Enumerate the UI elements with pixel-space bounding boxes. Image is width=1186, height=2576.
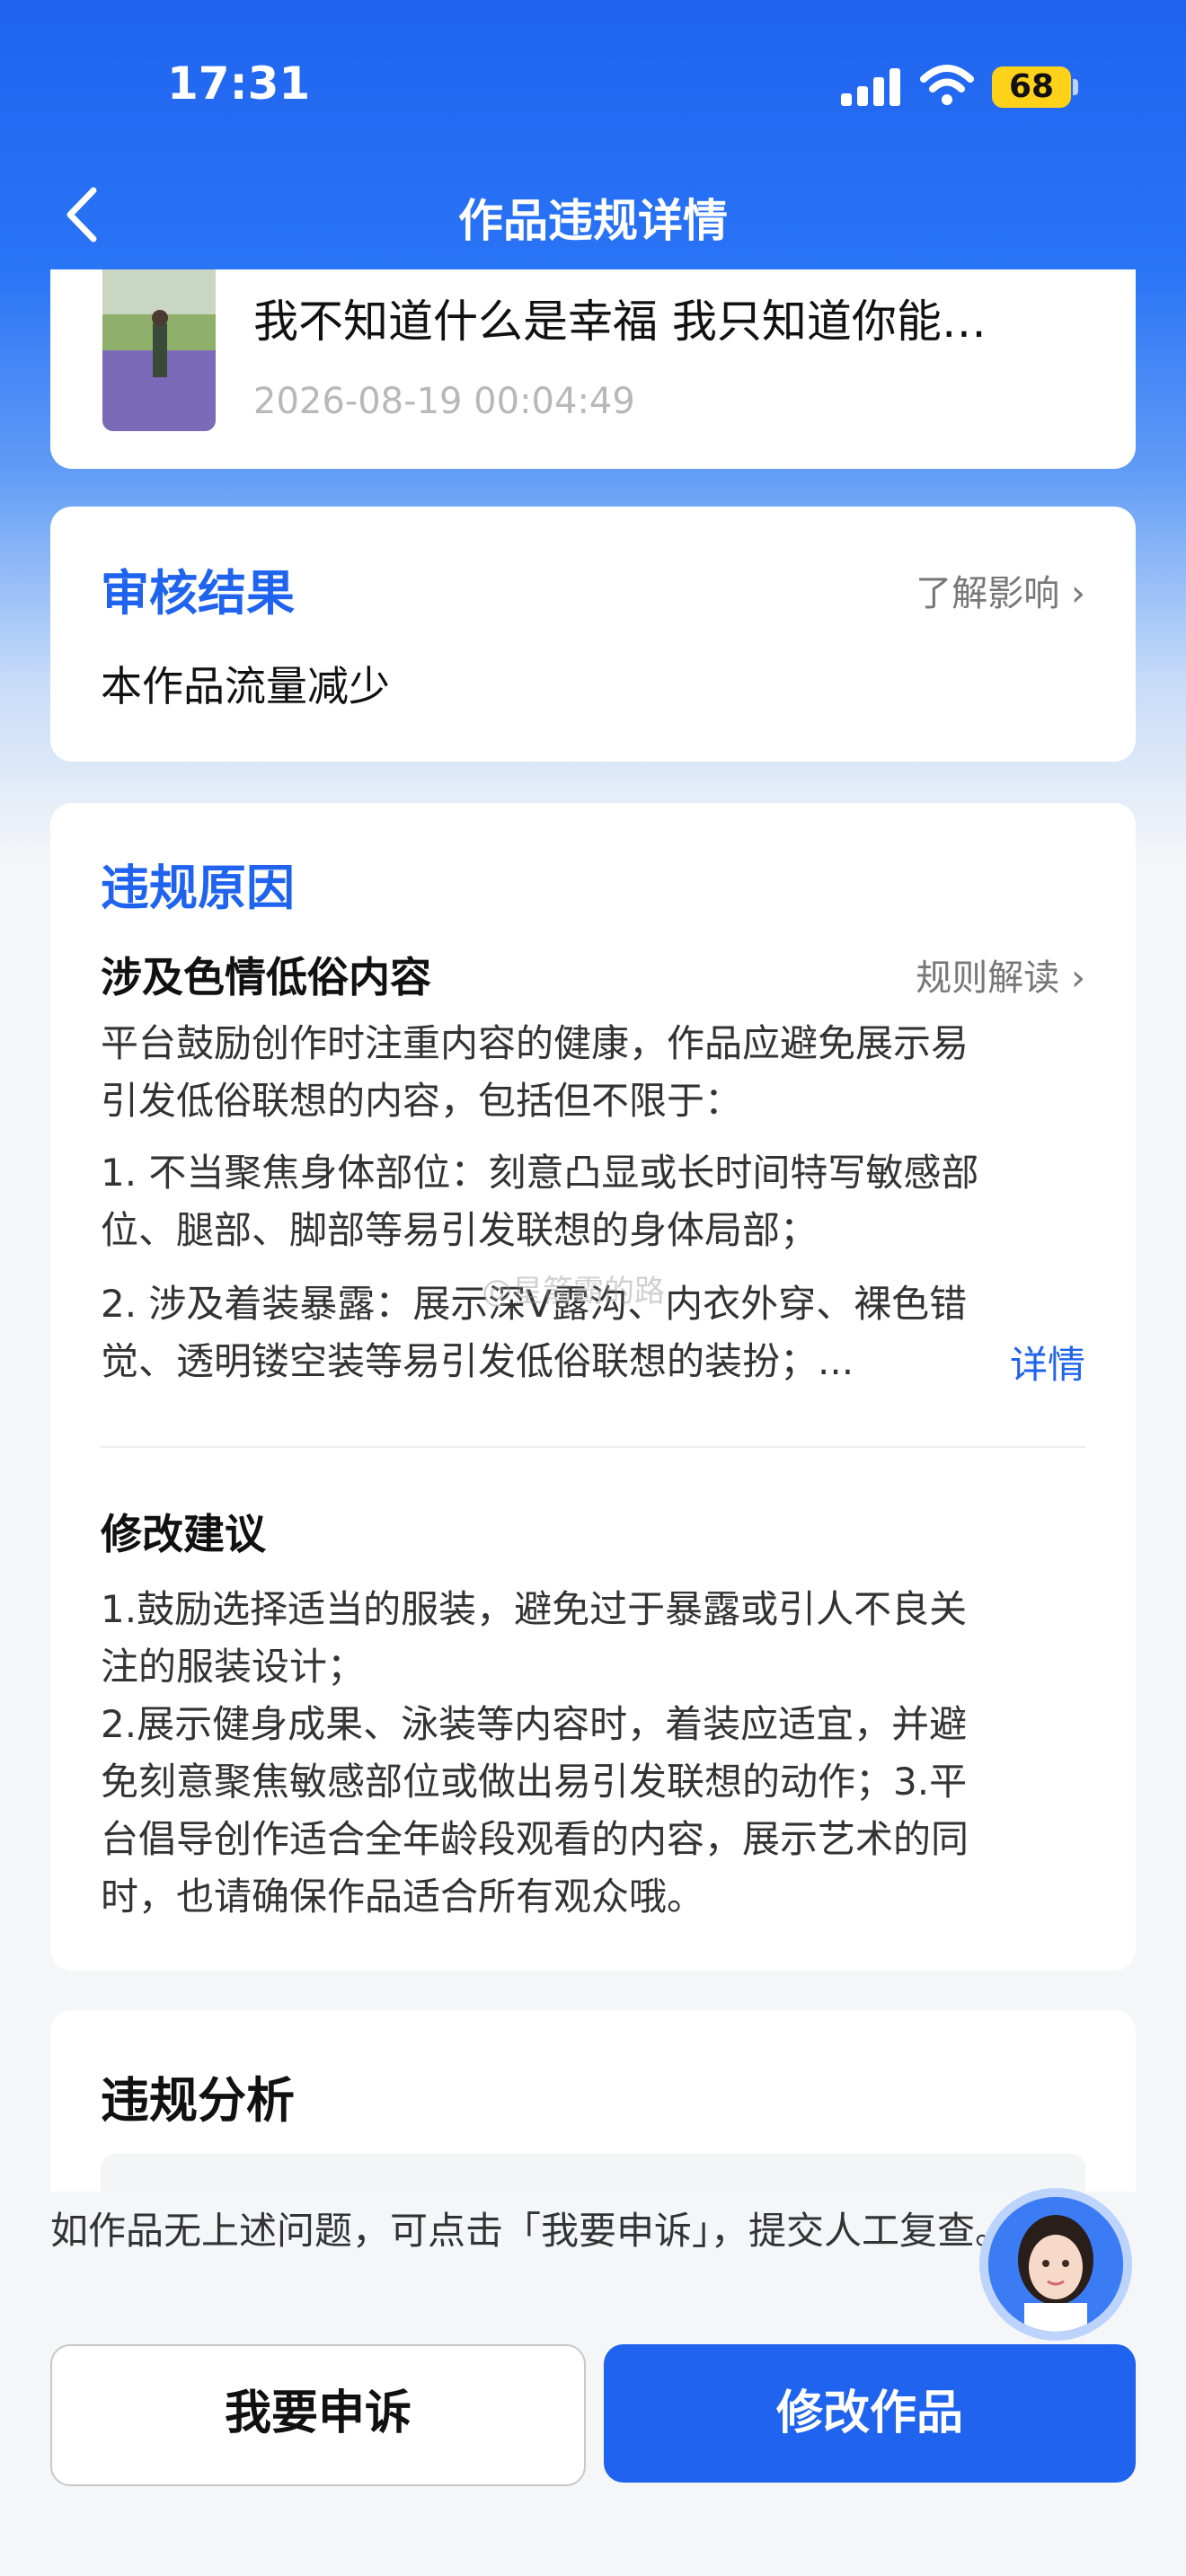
suggestion-text: 1.鼓励选择适当的服装，避免过于暴露或引人不良关 注的服装设计； 2.展示健身成… xyxy=(101,1587,969,1919)
status-time: 17:31 xyxy=(167,57,311,110)
assistant-avatar[interactable] xyxy=(988,2197,1123,2332)
violation-intro: 平台鼓励创作时注重内容的健康，作品应避免展示易 引发低俗联想的内容，包括但不限于… xyxy=(101,1021,969,1123)
details-link[interactable]: 详情 xyxy=(1010,1335,1085,1389)
violation-analysis-card: 违规分析 xyxy=(50,2010,1136,2226)
appeal-note: 如作品无上述问题，可点击「我要申诉」，提交人工复查。 xyxy=(50,2209,1013,2253)
violation-reason-card: 违规原因 涉及色情低俗内容 规则解读 › 平台鼓励创作时注重内容的健康，作品应避… xyxy=(50,803,1136,1971)
violation-reason-title: 违规原因 xyxy=(101,860,295,916)
avatar-icon xyxy=(988,2197,1123,2332)
work-thumbnail xyxy=(102,269,216,431)
watermark: @星箭霸的路 xyxy=(482,1274,665,1310)
work-card[interactable]: 我不知道什么是幸福 我只知道你能… 2026-08-19 00:04:49 xyxy=(50,269,1136,469)
wifi-icon xyxy=(920,65,974,105)
violation-item-1: 1. 不当聚焦身体部位：刻意凸显或长时间特写敏感部 位、腿部、脚部等易引发联想的… xyxy=(101,1151,979,1252)
violation-analysis-title: 违规分析 xyxy=(101,2072,295,2129)
review-result-card: 审核结果 了解影响 › 本作品流量减少 xyxy=(50,507,1136,762)
review-result-text: 本作品流量减少 xyxy=(101,662,390,710)
rule-interpretation-link[interactable]: 规则解读 › xyxy=(916,948,1085,1001)
work-title: 我不知道什么是幸福 我只知道你能… xyxy=(253,296,987,348)
violation-category: 涉及色情低俗内容 xyxy=(101,953,431,1001)
suggestion-title: 修改建议 xyxy=(101,1510,266,1558)
cellular-signal-icon xyxy=(841,68,900,106)
edit-work-button[interactable]: 修改作品 xyxy=(604,2344,1136,2483)
review-result-title: 审核结果 xyxy=(101,565,295,622)
section-divider xyxy=(101,1446,1085,1448)
page-title: 作品违规详情 xyxy=(458,195,728,247)
appeal-button[interactable]: 我要申诉 xyxy=(50,2344,586,2486)
learn-impact-link[interactable]: 了解影响 › xyxy=(916,564,1085,616)
battery-icon: 68 xyxy=(992,66,1071,108)
work-timestamp: 2026-08-19 00:04:49 xyxy=(253,381,635,422)
battery-tip xyxy=(1073,79,1078,95)
